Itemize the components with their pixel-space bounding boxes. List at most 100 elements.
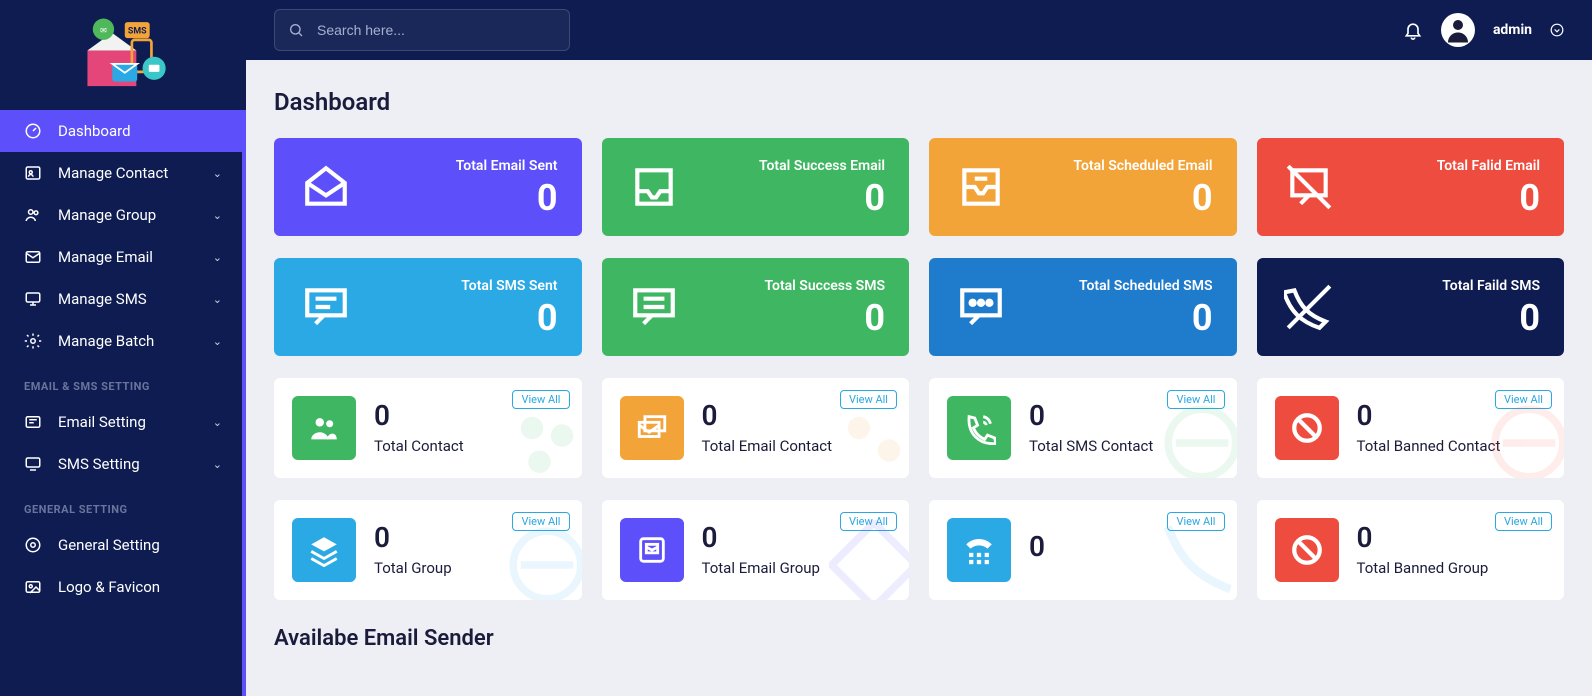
image-icon bbox=[24, 578, 42, 596]
sidebar-item-dashboard[interactable]: Dashboard bbox=[0, 110, 246, 152]
tile-total-scheduled-sms: Total Scheduled SMS 0 bbox=[929, 258, 1237, 356]
mail-setting-icon bbox=[24, 413, 42, 431]
user-name: admin bbox=[1493, 22, 1532, 38]
comment-slash-icon bbox=[1281, 159, 1337, 215]
card-label: Total Email Group bbox=[702, 559, 820, 577]
inbox-icon bbox=[626, 159, 682, 215]
card-value: 0 bbox=[702, 523, 820, 554]
inbox-in-icon bbox=[953, 159, 1009, 215]
sidebar-item-general-setting[interactable]: General Setting bbox=[0, 524, 246, 566]
card-total-contact: View All 0Total Contact bbox=[274, 378, 582, 478]
card-value: 0 bbox=[374, 401, 464, 432]
batch-icon bbox=[24, 332, 42, 350]
notification-bell-icon[interactable] bbox=[1403, 20, 1423, 40]
layers-icon bbox=[292, 518, 356, 582]
tile-label: Total Faild SMS bbox=[1442, 278, 1540, 294]
card-label: Total Banned Group bbox=[1357, 559, 1489, 577]
tile-label: Total Scheduled SMS bbox=[1079, 278, 1213, 294]
sidebar-item-manage-email[interactable]: Manage Email ⌄ bbox=[0, 236, 246, 278]
sidebar-item-label: General Setting bbox=[58, 536, 160, 554]
monitor-icon bbox=[24, 290, 42, 308]
users-icon bbox=[292, 396, 356, 460]
gauge-icon bbox=[24, 122, 42, 140]
sidebar-item-label: Manage Group bbox=[58, 206, 156, 224]
sidebar-item-manage-contact[interactable]: Manage Contact ⌄ bbox=[0, 152, 246, 194]
brand-logo: ✉ SMS bbox=[0, 0, 246, 110]
message-dots-icon bbox=[953, 279, 1009, 335]
phone-ring-icon bbox=[947, 396, 1011, 460]
sidebar-item-label: Manage Email bbox=[58, 248, 153, 266]
sidebar-item-label: Email Setting bbox=[58, 413, 146, 431]
mail-icon bbox=[24, 248, 42, 266]
chevron-down-icon: ⌄ bbox=[213, 335, 222, 348]
chevron-down-icon: ⌄ bbox=[213, 416, 222, 429]
ban-icon bbox=[1275, 396, 1339, 460]
avatar[interactable] bbox=[1441, 13, 1475, 47]
tile-value: 0 bbox=[1442, 300, 1540, 336]
message-icon bbox=[298, 279, 354, 335]
sidebar-item-logo-favicon[interactable]: Logo & Favicon bbox=[0, 566, 246, 608]
chevron-down-icon: ⌄ bbox=[213, 167, 222, 180]
svg-text:✉: ✉ bbox=[100, 26, 107, 35]
tile-label: Total Success SMS bbox=[764, 278, 885, 294]
tile-total-success-sms: Total Success SMS 0 bbox=[602, 258, 910, 356]
tile-value: 0 bbox=[764, 300, 885, 336]
page-title: Dashboard bbox=[274, 88, 1564, 116]
card-total-banned-contact: View All 0Total Banned Contact bbox=[1257, 378, 1565, 478]
gear-icon bbox=[24, 536, 42, 554]
card-label: Total SMS Contact bbox=[1029, 437, 1153, 455]
search-input[interactable] bbox=[274, 9, 570, 51]
tile-value: 0 bbox=[1079, 300, 1213, 336]
sidebar-item-label: Logo & Favicon bbox=[58, 578, 160, 596]
sidebar-item-label: Manage Batch bbox=[58, 332, 154, 350]
svg-text:SMS: SMS bbox=[128, 27, 147, 37]
card-value: 0 bbox=[374, 523, 452, 554]
sidebar-item-label: Manage Contact bbox=[58, 164, 168, 182]
card-label: Total Banned Contact bbox=[1357, 437, 1501, 455]
sidebar-item-label: Dashboard bbox=[58, 122, 131, 140]
phone-slash-icon bbox=[1281, 279, 1337, 335]
card-label: Total Contact bbox=[374, 437, 464, 455]
card-total-group: View All 0Total Group bbox=[274, 500, 582, 600]
tile-total-failed-email: Total Falid Email 0 bbox=[1257, 138, 1565, 236]
card-total-banned-group: View All 0 Total Banned Group bbox=[1257, 500, 1565, 600]
card-value: 0 bbox=[1029, 401, 1153, 432]
tile-label: Total Falid Email bbox=[1437, 158, 1540, 174]
sidebar-item-email-setting[interactable]: Email Setting ⌄ bbox=[0, 401, 246, 443]
ban-icon bbox=[1275, 518, 1339, 582]
search-icon bbox=[288, 22, 304, 38]
card-value: 0 bbox=[1357, 401, 1501, 432]
sidebar-item-manage-batch[interactable]: Manage Batch ⌄ bbox=[0, 320, 246, 362]
sidebar-item-sms-setting[interactable]: SMS Setting ⌄ bbox=[0, 443, 246, 485]
card-total-email-contact: View All 0Total Email Contact bbox=[602, 378, 910, 478]
tile-label: Total Success Email bbox=[759, 158, 885, 174]
card-total-sms-contact: View All 0Total SMS Contact bbox=[929, 378, 1237, 478]
sidebar-item-manage-group[interactable]: Manage Group ⌄ bbox=[0, 194, 246, 236]
chevron-down-icon: ⌄ bbox=[213, 251, 222, 264]
card-value: 0 bbox=[1357, 523, 1489, 554]
tile-total-success-email: Total Success Email0 bbox=[602, 138, 910, 236]
sidebar-section-general: GENERAL SETTING bbox=[0, 485, 246, 524]
mail-box-icon bbox=[620, 518, 684, 582]
chevron-down-icon: ⌄ bbox=[213, 209, 222, 222]
tile-value: 0 bbox=[1437, 180, 1540, 216]
sidebar-item-manage-sms[interactable]: Manage SMS ⌄ bbox=[0, 278, 246, 320]
tile-total-sms-sent: Total SMS Sent0 bbox=[274, 258, 582, 356]
sidebar-item-label: SMS Setting bbox=[58, 455, 140, 473]
card-total-email-group: View All 0Total Email Group bbox=[602, 500, 910, 600]
tile-total-scheduled-email: Total Scheduled Email 0 bbox=[929, 138, 1237, 236]
card-value: 0 bbox=[1029, 532, 1045, 563]
card-total-sms-group: View All 0 bbox=[929, 500, 1237, 600]
chevron-down-icon[interactable] bbox=[1550, 23, 1564, 37]
message-lines-icon bbox=[626, 279, 682, 335]
chevron-down-icon: ⌄ bbox=[213, 293, 222, 306]
sidebar-item-label: Manage SMS bbox=[58, 290, 147, 308]
card-label: Total Group bbox=[374, 559, 452, 577]
tile-value: 0 bbox=[456, 180, 558, 216]
view-all-link[interactable]: View All bbox=[1495, 512, 1552, 531]
chevron-down-icon: ⌄ bbox=[213, 458, 222, 471]
tty-icon bbox=[947, 518, 1011, 582]
tile-label: Total Scheduled Email bbox=[1073, 158, 1212, 174]
tile-total-failed-sms: Total Faild SMS 0 bbox=[1257, 258, 1565, 356]
tile-value: 0 bbox=[1073, 180, 1212, 216]
